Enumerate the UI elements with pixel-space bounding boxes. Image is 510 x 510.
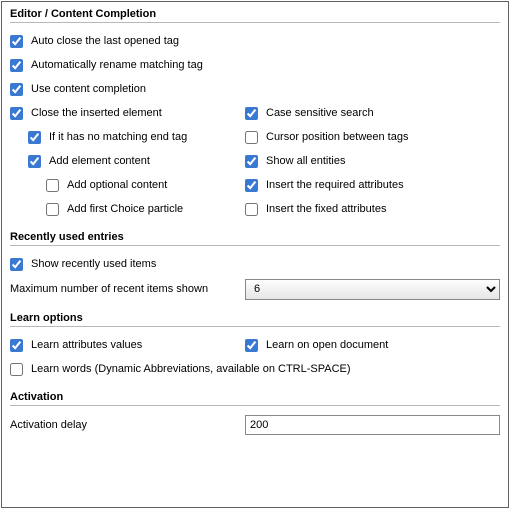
checkbox-case-sensitive-input[interactable]: [245, 107, 258, 120]
checkbox-close-inserted-label: Close the inserted element: [31, 107, 162, 119]
checkbox-learn-words-input[interactable]: [10, 363, 23, 376]
checkbox-case-sensitive[interactable]: Case sensitive search: [245, 107, 374, 120]
checkbox-show-all-entities[interactable]: Show all entities: [245, 155, 346, 168]
checkbox-if-no-match-input[interactable]: [28, 131, 41, 144]
checkbox-add-optional-input[interactable]: [46, 179, 59, 192]
section-header-recent: Recently used entries: [10, 231, 500, 246]
checkbox-learn-words-label: Learn words (Dynamic Abbreviations, avai…: [31, 363, 351, 375]
checkbox-use-cc-input[interactable]: [10, 83, 23, 96]
checkbox-add-elem-content[interactable]: Add element content: [28, 155, 150, 168]
section-header-learn: Learn options: [10, 312, 500, 327]
checkbox-insert-required-label: Insert the required attributes: [266, 179, 404, 191]
checkbox-add-first-choice-input[interactable]: [46, 203, 59, 216]
checkbox-auto-rename[interactable]: Automatically rename matching tag: [10, 59, 203, 72]
checkbox-show-recent[interactable]: Show recently used items: [10, 258, 156, 271]
checkbox-learn-on-open[interactable]: Learn on open document: [245, 339, 388, 352]
checkbox-add-optional[interactable]: Add optional content: [46, 179, 167, 192]
checkbox-learn-words[interactable]: Learn words (Dynamic Abbreviations, avai…: [10, 363, 351, 376]
checkbox-learn-on-open-label: Learn on open document: [266, 339, 388, 351]
checkbox-insert-fixed[interactable]: Insert the fixed attributes: [245, 203, 386, 216]
checkbox-add-first-choice-label: Add first Choice particle: [67, 203, 183, 215]
checkbox-add-first-choice[interactable]: Add first Choice particle: [46, 203, 183, 216]
checkbox-close-inserted-input[interactable]: [10, 107, 23, 120]
checkbox-learn-attr-values[interactable]: Learn attributes values: [10, 339, 142, 352]
checkbox-auto-close[interactable]: Auto close the last opened tag: [10, 35, 179, 48]
checkbox-show-recent-input[interactable]: [10, 258, 23, 271]
checkbox-add-elem-content-input[interactable]: [28, 155, 41, 168]
checkbox-cursor-between-label: Cursor position between tags: [266, 131, 408, 143]
checkbox-insert-fixed-input[interactable]: [245, 203, 258, 216]
checkbox-close-inserted[interactable]: Close the inserted element: [10, 107, 162, 120]
checkbox-show-all-entities-input[interactable]: [245, 155, 258, 168]
checkbox-auto-close-label: Auto close the last opened tag: [31, 35, 179, 47]
checkbox-learn-attr-values-label: Learn attributes values: [31, 339, 142, 351]
max-recent-combo[interactable]: 6: [245, 279, 500, 300]
checkbox-insert-required[interactable]: Insert the required attributes: [245, 179, 404, 192]
checkbox-if-no-match[interactable]: If it has no matching end tag: [28, 131, 187, 144]
preferences-panel: Editor / Content Completion Auto close t…: [1, 1, 509, 508]
checkbox-use-cc[interactable]: Use content completion: [10, 83, 146, 96]
checkbox-learn-attr-values-input[interactable]: [10, 339, 23, 352]
max-recent-label: Maximum number of recent items shown: [10, 283, 245, 295]
activation-delay-input[interactable]: [245, 415, 500, 435]
checkbox-case-sensitive-label: Case sensitive search: [266, 107, 374, 119]
checkbox-learn-on-open-input[interactable]: [245, 339, 258, 352]
checkbox-add-elem-content-label: Add element content: [49, 155, 150, 167]
checkbox-auto-rename-label: Automatically rename matching tag: [31, 59, 203, 71]
checkbox-use-cc-label: Use content completion: [31, 83, 146, 95]
checkbox-show-recent-label: Show recently used items: [31, 258, 156, 270]
checkbox-insert-fixed-label: Insert the fixed attributes: [266, 203, 386, 215]
checkbox-show-all-entities-label: Show all entities: [266, 155, 346, 167]
activation-delay-label: Activation delay: [10, 419, 245, 431]
checkbox-auto-rename-input[interactable]: [10, 59, 23, 72]
checkbox-add-optional-label: Add optional content: [67, 179, 167, 191]
section-header-activation: Activation: [10, 391, 500, 406]
checkbox-cursor-between-input[interactable]: [245, 131, 258, 144]
checkbox-cursor-between[interactable]: Cursor position between tags: [245, 131, 408, 144]
checkbox-insert-required-input[interactable]: [245, 179, 258, 192]
checkbox-auto-close-input[interactable]: [10, 35, 23, 48]
section-header-editor: Editor / Content Completion: [10, 8, 500, 23]
checkbox-if-no-match-label: If it has no matching end tag: [49, 131, 187, 143]
